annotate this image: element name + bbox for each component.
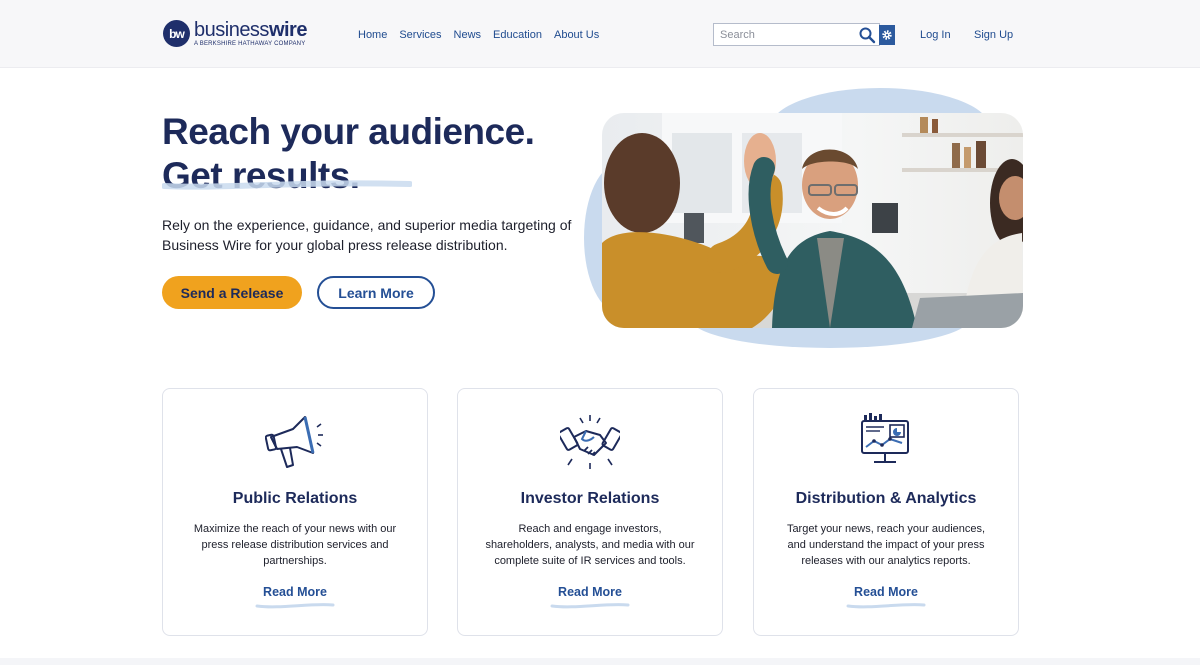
card-public-relations: Public Relations Maximize the reach of y…	[162, 388, 428, 636]
title-underline-brushstroke	[162, 180, 412, 190]
card-description: Maximize the reach of your news with our…	[193, 523, 397, 567]
analytics-monitor-icon	[754, 413, 1018, 471]
page-bottom-strip	[0, 658, 1200, 665]
nav-home[interactable]: Home	[358, 29, 387, 41]
businesswire-logo[interactable]: bw businesswire A BERKSHIRE HATHAWAY COM…	[163, 20, 307, 47]
handshake-icon	[458, 413, 722, 471]
hero-photo-high-five	[602, 113, 1023, 328]
hero-description: Rely on the experience, guidance, and su…	[162, 217, 572, 253]
nav-news[interactable]: News	[454, 29, 482, 41]
card-description: Reach and engage investors, shareholders…	[485, 523, 695, 567]
search-settings-gear-icon[interactable]	[879, 25, 895, 45]
read-more-brushstroke	[255, 603, 335, 609]
read-more-link[interactable]: Read More	[163, 585, 427, 599]
logo-mark: bw	[163, 20, 190, 47]
card-investor-relations: Investor Relations Reach and engage inve…	[457, 388, 723, 636]
card-description: Target your news, reach your audiences, …	[786, 523, 986, 567]
read-more-link[interactable]: Read More	[754, 585, 1018, 599]
logo-wordmark: businesswire	[194, 20, 307, 40]
card-title: Distribution & Analytics	[795, 490, 977, 507]
login-link[interactable]: Log In	[920, 29, 951, 41]
read-more-link[interactable]: Read More	[458, 585, 722, 599]
main-nav: Home Services News Education About Us	[358, 29, 599, 41]
search-icon[interactable]	[858, 26, 876, 44]
megaphone-icon	[163, 413, 427, 471]
read-more-brushstroke	[846, 603, 926, 609]
search-input[interactable]	[714, 24, 854, 45]
logo-text: businesswire A BERKSHIRE HATHAWAY COMPAN…	[194, 20, 307, 47]
search-box	[713, 23, 880, 46]
signup-link[interactable]: Sign Up	[974, 29, 1013, 41]
nav-about-us[interactable]: About Us	[554, 29, 599, 41]
card-distribution-analytics: Distribution & Analytics Target your new…	[753, 388, 1019, 636]
card-title: Investor Relations	[520, 490, 660, 507]
read-more-brushstroke	[550, 603, 630, 609]
nav-services[interactable]: Services	[399, 29, 441, 41]
learn-more-button[interactable]: Learn More	[317, 276, 435, 309]
logo-word-light: business	[194, 19, 269, 41]
card-title: Public Relations	[232, 490, 358, 507]
nav-education[interactable]: Education	[493, 29, 542, 41]
send-release-button[interactable]: Send a Release	[162, 276, 302, 309]
logo-word-bold: wire	[268, 19, 308, 41]
hero-title-line-1: Reach your audience.	[162, 111, 535, 152]
site-header: bw businesswire A BERKSHIRE HATHAWAY COM…	[0, 0, 1200, 68]
logo-tagline: A BERKSHIRE HATHAWAY COMPANY	[194, 41, 306, 47]
